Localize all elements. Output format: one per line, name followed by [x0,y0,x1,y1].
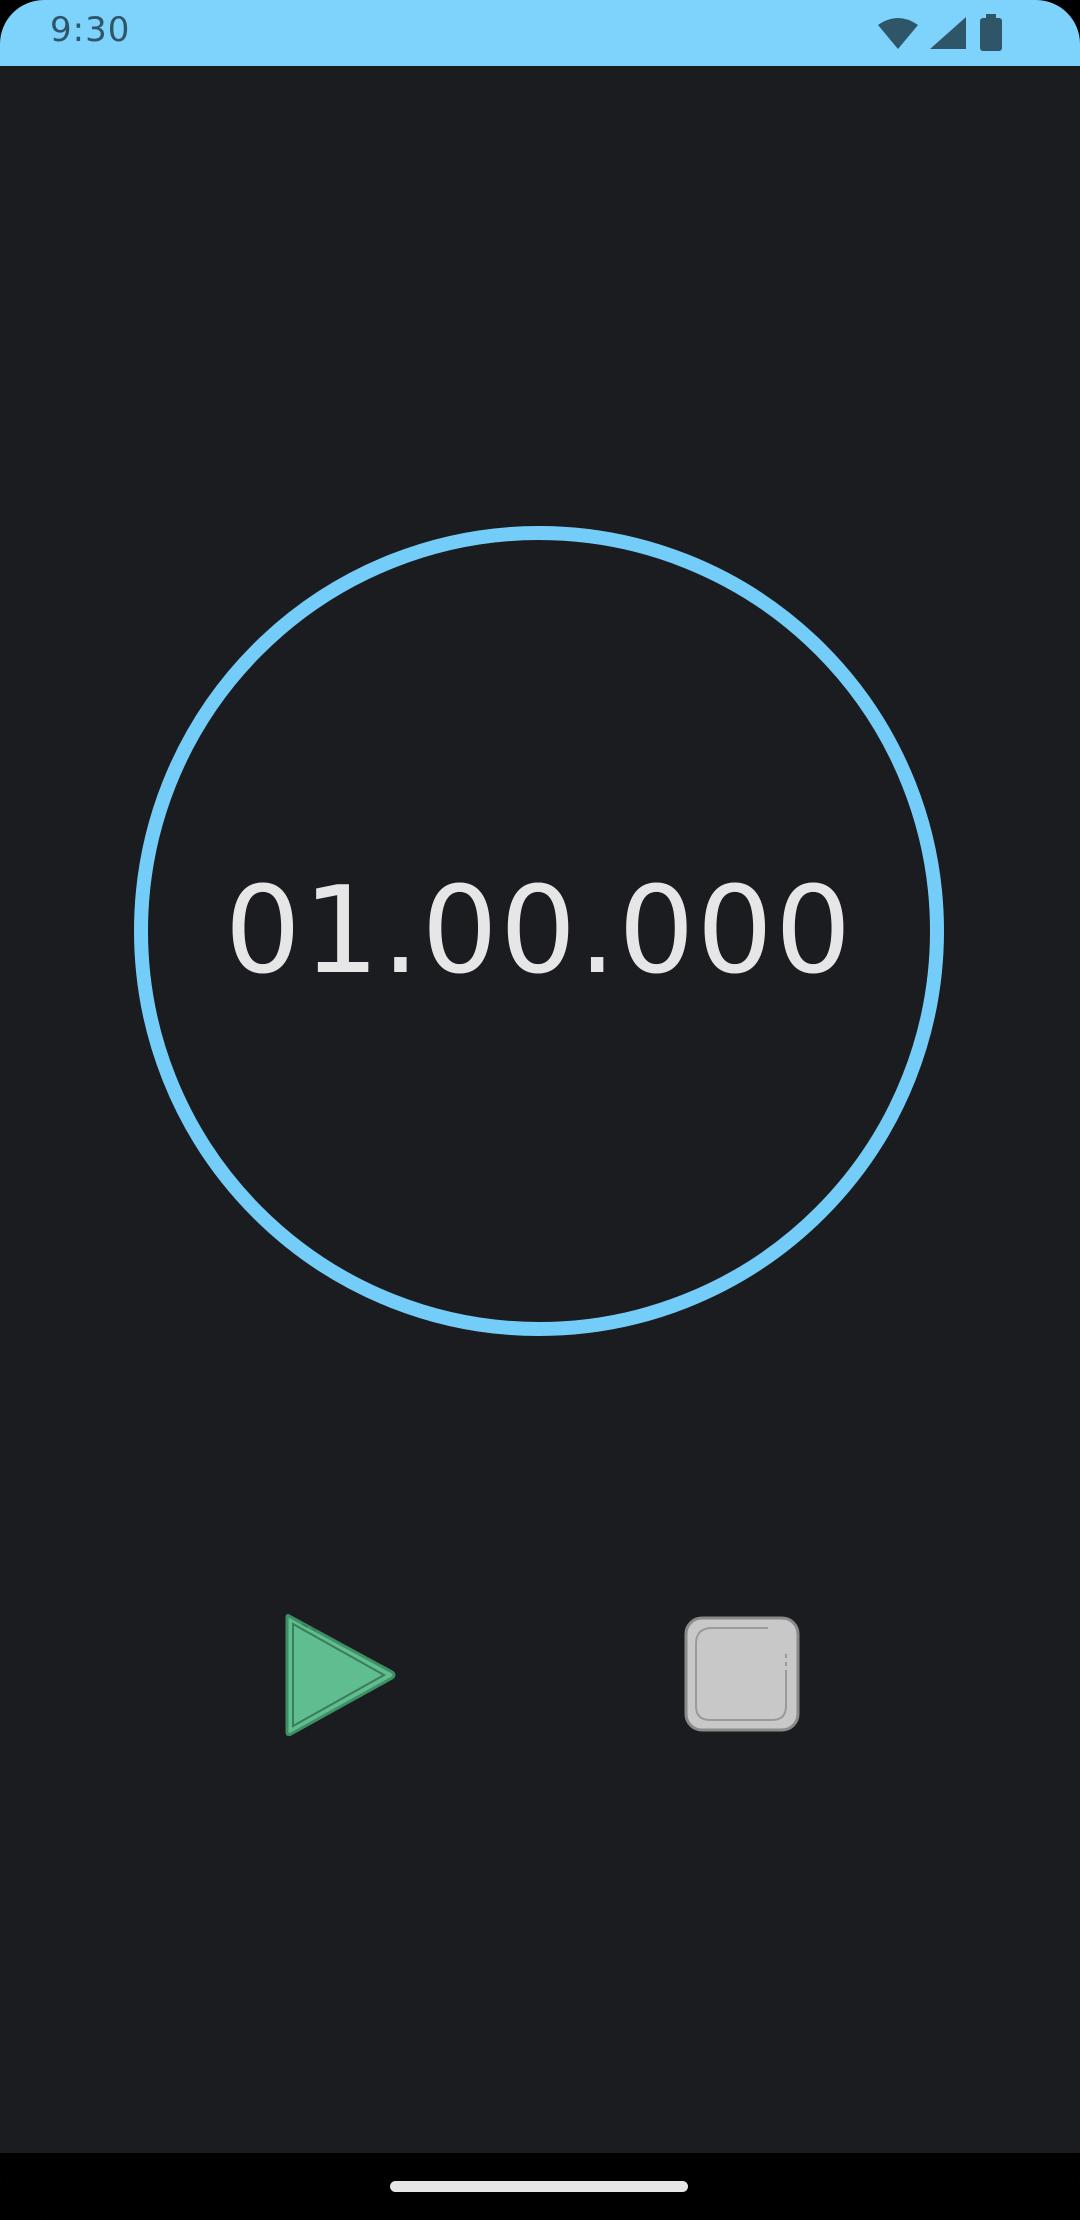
status-bar: 9:30 [0,0,1080,66]
app-screen: 9:30 01.00.000 [0,0,1080,2220]
timer-display: 01.00.000 [224,861,854,1001]
play-icon [285,1613,396,1737]
stop-button[interactable] [682,1614,802,1734]
navigation-bar [0,2153,1080,2220]
status-icons [876,14,1006,52]
stop-icon [684,1616,800,1732]
cellular-signal-icon [928,15,968,51]
status-time: 9:30 [50,10,131,50]
play-button[interactable] [280,1610,400,1740]
stopwatch-content: 01.00.000 [0,66,1080,2153]
battery-icon [976,14,1006,52]
home-handle[interactable] [390,2181,688,2192]
wifi-icon [876,15,920,51]
